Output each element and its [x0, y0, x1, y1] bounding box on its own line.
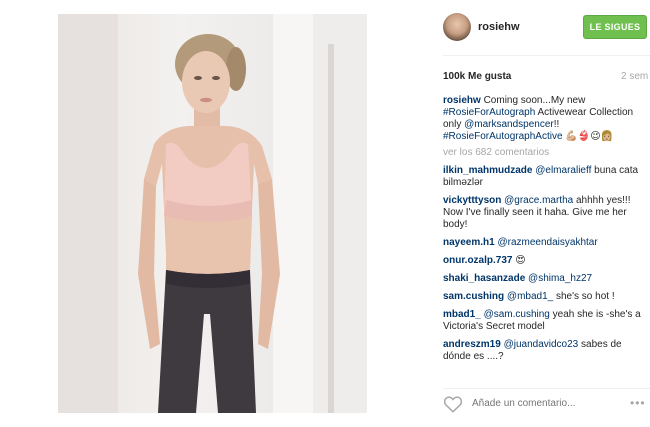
- comment-username[interactable]: onur.ozalp.737: [443, 255, 512, 266]
- heart-icon[interactable]: [443, 395, 463, 413]
- comment-item: mbad1_ @sam.cushing yeah she is -she's a…: [443, 309, 643, 333]
- caption-username[interactable]: rosiehw: [443, 95, 481, 106]
- footer-divider: [443, 388, 650, 389]
- header-username[interactable]: rosiehw: [478, 21, 520, 33]
- post-photo-illustration: [58, 14, 367, 413]
- comment-username[interactable]: andreszm19: [443, 339, 501, 350]
- comment-mention[interactable]: @mbad1_: [507, 291, 553, 302]
- post-header: rosiehw LE SIGUES: [0, 0, 650, 54]
- comment-username[interactable]: sam.cushing: [443, 291, 504, 302]
- likes-count[interactable]: 100k Me gusta: [443, 71, 511, 82]
- comment-username[interactable]: ilkin_mahmudzade: [443, 165, 532, 176]
- comment-item: sam.cushing @mbad1_ she's so hot !: [443, 291, 643, 303]
- comment-mention[interactable]: @juandavidco23: [504, 339, 579, 350]
- caption-hashtag-2[interactable]: #RosieForAutographActive: [443, 131, 563, 142]
- comment-text: 😍: [512, 255, 526, 266]
- caption-text-1: Coming soon...My new: [480, 95, 586, 106]
- comment-mention[interactable]: @razmeendaisyakhtar: [497, 237, 597, 248]
- comment-text: she's so hot !: [553, 291, 615, 302]
- comment-item: ilkin_mahmudzade @elmaralieff buna cata …: [443, 165, 643, 189]
- following-button[interactable]: LE SIGUES: [583, 15, 647, 39]
- comment-mention[interactable]: @grace.martha: [504, 195, 573, 206]
- header-divider: [443, 55, 650, 56]
- comments-list: rosiehw Coming soon...My new #RosieForAu…: [443, 95, 643, 369]
- comment-mention[interactable]: @shima_hz27: [528, 273, 592, 284]
- avatar[interactable]: [443, 13, 471, 41]
- comment-item: nayeem.h1 @razmeendaisyakhtar: [443, 237, 643, 249]
- comment-item: vickytttyson @grace.martha ahhhh yes!!! …: [443, 195, 643, 231]
- comment-username[interactable]: mbad1_: [443, 309, 481, 320]
- comment-input[interactable]: [472, 398, 612, 409]
- post-time[interactable]: 2 sem: [621, 71, 648, 82]
- comment-mention[interactable]: @elmaralieff: [535, 165, 591, 176]
- comment-item: onur.ozalp.737 😍: [443, 255, 643, 267]
- comment-item: andreszm19 @juandavidco23 sabes de dónde…: [443, 339, 643, 363]
- post-image[interactable]: [58, 14, 367, 413]
- comment-item: shaki_hasanzade @shima_hz27: [443, 273, 643, 285]
- comment-username[interactable]: shaki_hasanzade: [443, 273, 525, 284]
- comment-mention[interactable]: @sam.cushing: [484, 309, 550, 320]
- comment-username[interactable]: nayeem.h1: [443, 237, 495, 248]
- caption-emoji: 💪🏼👙😉👩🏼: [562, 131, 614, 142]
- caption: rosiehw Coming soon...My new #RosieForAu…: [443, 95, 643, 143]
- caption-text-3: !!: [553, 119, 560, 130]
- caption-mention[interactable]: @marksandspencer: [464, 119, 554, 130]
- caption-hashtag-1[interactable]: #RosieForAutograph: [443, 107, 535, 118]
- more-options-icon[interactable]: •••: [630, 396, 646, 410]
- comment-username[interactable]: vickytttyson: [443, 195, 501, 206]
- view-all-comments-link[interactable]: ver los 682 comentarios: [443, 147, 643, 159]
